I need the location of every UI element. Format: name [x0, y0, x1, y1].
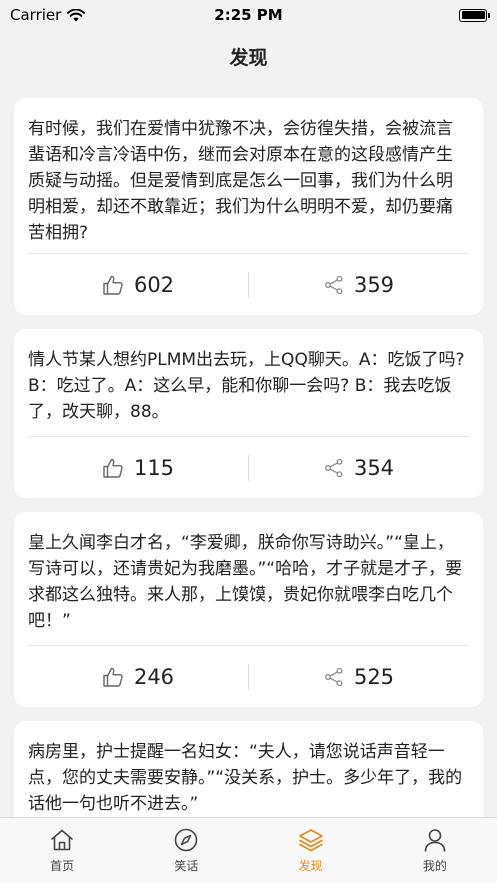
joke-card[interactable]: 有时候，我们在爱情中犹豫不决，会彷徨失措，会被流言蜚语和冷言冷语中伤，继而会对原… [14, 98, 483, 315]
joke-card[interactable]: 情人节某人想约PLMM出去玩，上QQ聊天。A：吃饭了吗? B：吃过了。A：这么早… [14, 329, 483, 498]
like-button[interactable]: 115 [28, 456, 248, 480]
joke-text: 有时候，我们在爱情中犹豫不决，会彷徨失措，会被流言蜚语和冷言冷语中伤，继而会对原… [28, 119, 453, 243]
joke-text: 病房里，护士提醒一名妇女：“夫人，请您说话声音轻一点，您的丈夫需要安静。”“没关… [28, 742, 463, 814]
share-count: 525 [353, 664, 395, 689]
layers-icon [298, 829, 323, 852]
screen: Carrier 2:25 PM 发现 有时候，我们在爱情中犹豫不决，会彷徨失措，… [0, 0, 497, 883]
thumbs-up-icon [103, 275, 123, 295]
battery-icon [459, 8, 490, 22]
tab-profile[interactable]: 我的 [373, 818, 497, 883]
tab-bar: 首页 笑话 发现 我的 [0, 817, 497, 883]
person-icon [424, 829, 446, 852]
card-actions: 115 354 [28, 436, 469, 498]
joke-feed[interactable]: 有时候，我们在爱情中犹豫不决，会彷徨失措，会被流言蜚语和冷言冷语中伤，继而会对原… [14, 98, 483, 845]
thumbs-up-icon [103, 458, 123, 478]
card-actions: 246 525 [28, 645, 469, 707]
status-left: Carrier [10, 6, 86, 24]
tab-label: 笑话 [174, 859, 199, 873]
tab-label: 首页 [50, 859, 75, 873]
share-icon [325, 275, 343, 294]
share-button[interactable]: 354 [249, 456, 469, 480]
joke-text: 皇上久闻李白才名，“李爱卿，朕命你写诗助兴。”“皇上，写诗可以，还请贵妃为我磨墨… [28, 533, 463, 631]
tab-label: 我的 [422, 859, 447, 873]
nav-bar: 发现 [0, 30, 497, 82]
share-button[interactable]: 359 [249, 273, 469, 297]
share-icon [325, 458, 343, 477]
joke-text: 情人节某人想约PLMM出去玩，上QQ聊天。A：吃饭了吗? B：吃过了。A：这么早… [28, 350, 470, 422]
tab-label: 发现 [298, 859, 323, 873]
tab-discover[interactable]: 发现 [249, 818, 373, 883]
like-button[interactable]: 246 [28, 665, 248, 689]
compass-icon [175, 828, 198, 852]
share-count: 354 [353, 455, 395, 480]
like-count: 115 [133, 455, 175, 480]
share-count: 359 [353, 272, 395, 297]
tab-jokes[interactable]: 笑话 [124, 818, 248, 883]
thumbs-up-icon [103, 667, 123, 687]
like-count: 602 [133, 272, 175, 297]
status-bar: Carrier 2:25 PM [0, 0, 497, 30]
share-button[interactable]: 525 [249, 665, 469, 689]
joke-card[interactable]: 皇上久闻李白才名，“李爱卿，朕命你写诗助兴。”“皇上，写诗可以，还请贵妃为我磨墨… [14, 512, 483, 707]
wifi-icon [67, 8, 86, 21]
home-icon [51, 829, 73, 851]
tab-home[interactable]: 首页 [0, 818, 124, 883]
card-actions: 602 359 [28, 253, 469, 315]
like-button[interactable]: 602 [28, 273, 248, 297]
page-title: 发现 [229, 46, 268, 69]
like-count: 246 [133, 664, 175, 689]
joke-card[interactable]: 病房里，护士提醒一名妇女：“夫人，请您说话声音轻一点，您的丈夫需要安静。”“没关… [14, 721, 483, 831]
share-icon [325, 667, 343, 686]
carrier-label: Carrier [10, 6, 62, 24]
